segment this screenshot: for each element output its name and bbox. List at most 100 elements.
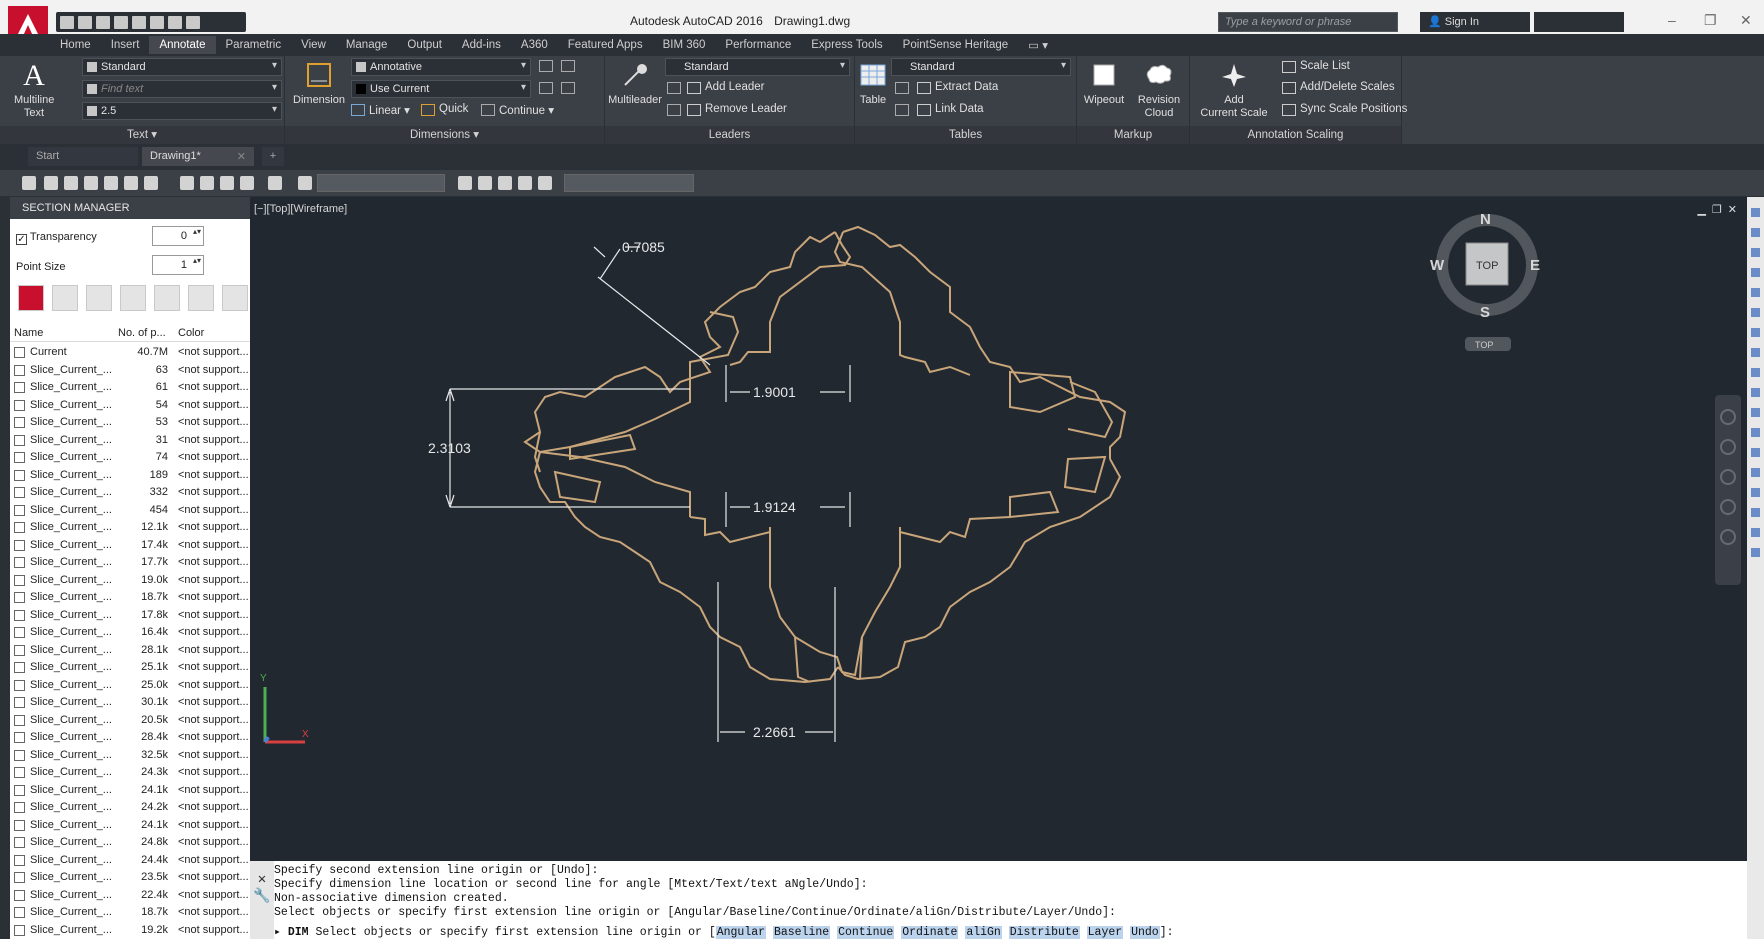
compass-south[interactable]: S <box>1480 304 1490 321</box>
section-row[interactable]: Slice_Current_... 61 <not support... <box>10 379 250 397</box>
undo-icon[interactable] <box>150 15 164 29</box>
text-panel-title[interactable]: Text ▾ <box>0 126 284 144</box>
multileader-button[interactable]: Multileader <box>605 58 665 107</box>
extract-data-button[interactable]: Extract Data <box>917 81 998 94</box>
tab-output[interactable]: Output <box>397 36 452 54</box>
section-row[interactable]: Slice_Current_... 18.7k <not support... <box>10 589 250 607</box>
row-visibility-checkbox[interactable] <box>14 627 25 638</box>
toolbar-icon-12[interactable] <box>298 176 312 190</box>
link-data-button[interactable]: Link Data <box>917 103 984 116</box>
row-visibility-checkbox[interactable] <box>14 802 25 813</box>
row-visibility-checkbox[interactable] <box>14 399 25 411</box>
row-visibility-checkbox[interactable] <box>14 347 25 358</box>
tab-manage[interactable]: Manage <box>336 36 398 54</box>
dim-1-9124[interactable]: 1.9124 <box>753 499 796 515</box>
row-visibility-checkbox[interactable] <box>14 679 25 691</box>
row-visibility-checkbox[interactable] <box>14 644 25 656</box>
palette-icon-9[interactable] <box>1751 368 1760 377</box>
tab-add-ins[interactable]: Add-ins <box>452 36 511 54</box>
toolbar-icon-4[interactable] <box>84 176 98 190</box>
table-style-select[interactable]: Standard <box>891 58 1071 76</box>
transparency-checkbox[interactable]: ✓ <box>16 234 27 245</box>
file-tab-drawing1[interactable]: Drawing1* ✕ <box>142 147 254 166</box>
toolbar-dropdown-1[interactable] <box>317 174 445 192</box>
text-height-select[interactable]: 2.5 <box>82 102 282 120</box>
palette-icon-16[interactable] <box>1751 508 1760 517</box>
row-visibility-checkbox[interactable] <box>14 609 25 621</box>
sync-scale-positions-button[interactable]: Sync Scale Positions <box>1282 103 1407 116</box>
orbit-icon[interactable] <box>498 176 512 190</box>
navigation-bar[interactable] <box>1715 395 1741 585</box>
tab-performance[interactable]: Performance <box>715 36 801 54</box>
delete-section-icon[interactable] <box>154 285 180 311</box>
new-tab-icon[interactable]: + <box>262 147 284 166</box>
linear-button[interactable]: Linear ▾ <box>351 103 410 117</box>
row-visibility-checkbox[interactable] <box>14 557 25 568</box>
add-delete-scales-button[interactable]: Add/Delete Scales <box>1282 81 1395 94</box>
tab-insert[interactable]: Insert <box>101 36 150 54</box>
keyword-distribute[interactable]: Distribute <box>1008 926 1080 939</box>
palette-icon-18[interactable] <box>1751 548 1760 557</box>
section-row[interactable]: Slice_Current_... 31 <not support... <box>10 432 250 450</box>
walk-icon[interactable] <box>538 176 552 190</box>
column-name[interactable]: Name <box>14 327 43 339</box>
zoom-window-icon[interactable] <box>518 176 532 190</box>
section-row[interactable]: Slice_Current_... 53 <not support... <box>10 414 250 432</box>
move-section-icon[interactable] <box>86 285 112 311</box>
palette-icon-6[interactable] <box>1751 308 1760 317</box>
help-search-input[interactable]: Type a keyword or phrase <box>1218 12 1398 32</box>
palette-icon-1[interactable] <box>1751 208 1760 217</box>
continue-button[interactable]: Continue ▾ <box>481 103 554 117</box>
text-style-select[interactable]: Standard <box>82 58 282 76</box>
section-row[interactable]: Slice_Current_... 19.0k <not support... <box>10 572 250 590</box>
wipeout-button[interactable]: Wipeout <box>1079 58 1129 107</box>
toolbar-icon-5[interactable] <box>104 176 118 190</box>
wrench-icon[interactable]: 🔧 <box>253 889 270 905</box>
palette-icon-7[interactable] <box>1751 328 1760 337</box>
section-row[interactable]: Slice_Current_... 28.4k <not support... <box>10 729 250 747</box>
dim-0-7085[interactable]: 0.7085 <box>622 239 665 255</box>
table-button[interactable]: Table <box>855 58 891 107</box>
row-visibility-checkbox[interactable] <box>14 784 25 796</box>
section-row[interactable]: Slice_Current_... 28.1k <not support... <box>10 642 250 660</box>
keyword-baseline[interactable]: Baseline <box>772 926 831 939</box>
export-section-icon[interactable] <box>188 285 214 311</box>
scale-list-button[interactable]: Scale List <box>1282 60 1350 73</box>
select-section-icon[interactable] <box>52 285 78 311</box>
file-tab-start[interactable]: Start <box>28 147 138 166</box>
row-visibility-checkbox[interactable] <box>14 522 25 533</box>
dimension-layer-select[interactable]: Use Current <box>351 80 531 98</box>
add-leader-button[interactable]: Add Leader <box>687 81 764 94</box>
row-visibility-checkbox[interactable] <box>14 382 25 393</box>
tab-pointsense-heritage[interactable]: PointSense Heritage <box>893 36 1018 54</box>
row-visibility-checkbox[interactable] <box>14 837 25 848</box>
drawing-canvas[interactable]: [−][Top][Wireframe] ▁❐✕ 0.7085 1.9001 2.… <box>250 197 1747 861</box>
row-visibility-checkbox[interactable] <box>14 907 25 918</box>
tab-featured-apps[interactable]: Featured Apps <box>558 36 653 54</box>
section-row[interactable]: Slice_Current_... 17.8k <not support... <box>10 607 250 625</box>
close-window-icon[interactable]: ✕ <box>1740 12 1752 29</box>
pan-icon[interactable] <box>458 176 472 190</box>
create-section-icon[interactable] <box>18 285 44 311</box>
palette-icon-2[interactable] <box>1751 228 1760 237</box>
palette-icon-11[interactable] <box>1751 408 1760 417</box>
remove-leader-button[interactable]: Remove Leader <box>687 103 787 116</box>
toolbar-icon-11[interactable] <box>240 176 254 190</box>
toolbar-icon-10[interactable] <box>220 176 234 190</box>
section-row[interactable]: Slice_Current_... 24.1k <not support... <box>10 817 250 835</box>
save-as-icon[interactable] <box>114 15 128 29</box>
pan-nav-icon[interactable] <box>1720 439 1736 455</box>
section-row[interactable]: Slice_Current_... 189 <not support... <box>10 467 250 485</box>
qat-dropdown-icon[interactable] <box>186 15 200 29</box>
section-row[interactable]: Current 40.7M <not support... <box>10 344 250 362</box>
row-visibility-checkbox[interactable] <box>14 434 25 446</box>
camera-icon[interactable] <box>268 176 282 190</box>
tab-view[interactable]: View <box>291 36 336 54</box>
section-row[interactable]: Slice_Current_... 19.2k <not support... <box>10 922 250 939</box>
palette-icon-14[interactable] <box>1751 468 1760 477</box>
row-visibility-checkbox[interactable] <box>14 889 25 901</box>
tab-a360[interactable]: A360 <box>511 36 558 54</box>
zoom-icon[interactable] <box>478 176 492 190</box>
tab-home[interactable]: Home <box>50 36 101 54</box>
section-row[interactable]: Slice_Current_... 24.8k <not support... <box>10 834 250 852</box>
